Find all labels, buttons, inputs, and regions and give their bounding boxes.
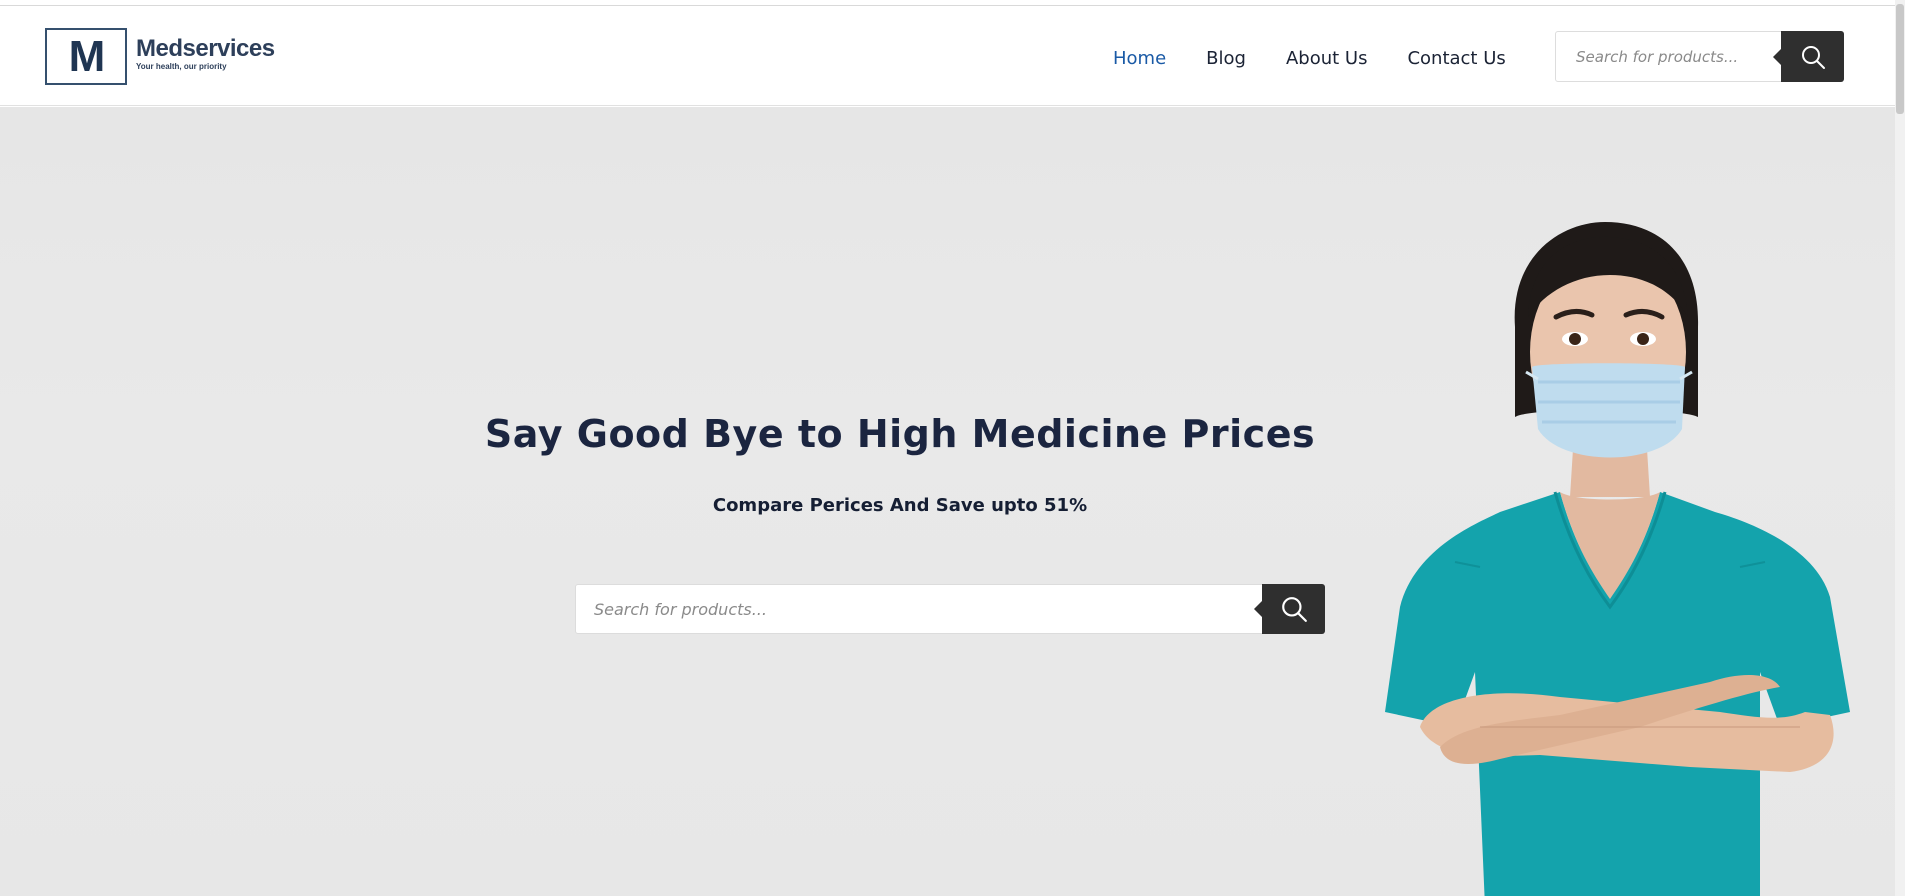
logo-text: Medservices Your health, our priority [136,37,275,73]
search-icon [1801,45,1825,69]
hero-search-input[interactable] [576,585,1256,633]
hero-subtitle-text: Compare Perices And Save upto 51% [712,495,1088,516]
search-icon [1281,597,1307,622]
hero-search [575,584,1325,634]
header-search-button[interactable] [1773,31,1844,82]
page: M Medservices Your health, our priority … [0,0,1905,896]
header-search [1555,31,1844,82]
logo-mark: M [45,28,127,85]
brand-tagline: Your health, our priority [136,62,227,71]
brand-name: Medservices [136,35,275,62]
nurse-image [1385,222,1850,896]
nav-home[interactable]: Home [1113,44,1166,74]
site-header: M Medservices Your health, our priority … [0,6,1905,106]
header-search-input[interactable] [1556,32,1781,81]
scrollbar[interactable] [1895,0,1905,896]
nav-blog[interactable]: Blog [1206,44,1246,74]
nav-contact-us[interactable]: Contact Us [1407,44,1505,74]
hero-search-button[interactable] [1254,584,1325,634]
hero-title-text: Say Good Bye to High Medicine Prices [484,412,1316,456]
main-nav: Home Blog About Us Contact Us [1113,44,1546,74]
hero-section: Say Good Bye to High Medicine Prices Com… [0,107,1905,896]
site-logo[interactable]: M Medservices Your health, our priority [45,28,275,85]
nav-about-us[interactable]: About Us [1286,44,1368,74]
scrollbar-thumb[interactable] [1896,4,1904,114]
